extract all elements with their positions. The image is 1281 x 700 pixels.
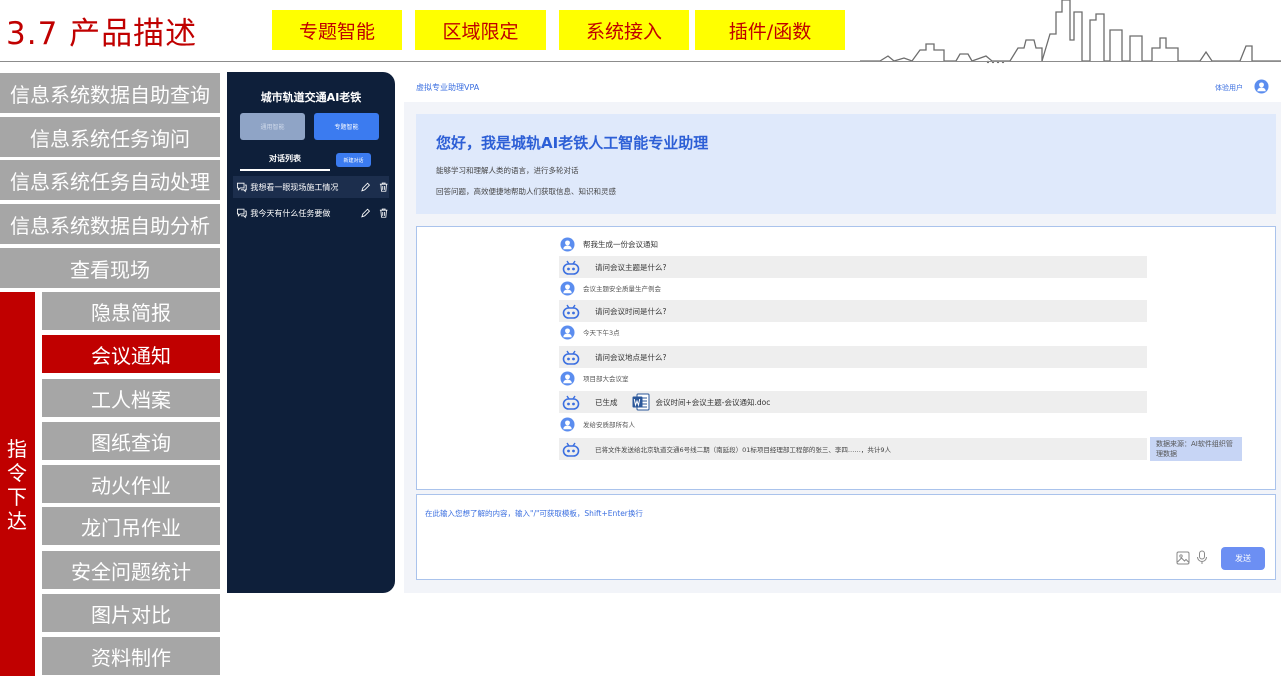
user-avatar-icon: [560, 236, 575, 252]
city-skyline-illustration: [860, 0, 1281, 64]
bot-message-text: 请问会议主题是什么?: [595, 262, 667, 272]
bot-message-text: 请问会议地点是什么?: [595, 352, 667, 362]
app-main: 虚拟专业助理VPA 体验用户 您好，我是城轨AI老铁人工智能专业助理 能够学习和…: [404, 72, 1281, 593]
app-sidebar-title: 城市轨道交通AI老铁: [260, 91, 362, 104]
user-message-text: 会议主题安全质量生产例会: [583, 285, 661, 293]
menu-task-auto-process[interactable]: 信息系统任务自动处理: [0, 160, 220, 200]
menu-data-self-analysis[interactable]: 信息系统数据自助分析: [0, 204, 220, 244]
tag-topic-intelligence: 专题智能: [272, 10, 402, 50]
robot-icon: [562, 304, 580, 319]
delete-icon[interactable]: [378, 181, 389, 193]
sub-document-making[interactable]: 资料制作: [42, 637, 220, 675]
robot-icon: [562, 442, 580, 457]
word-document-icon[interactable]: [632, 393, 650, 411]
tag-region-limited: 区域限定: [415, 10, 546, 50]
user-message-text: 今天下午3点: [583, 329, 620, 337]
chat-panel: 帮我生成一份会议通知 请问会议主题是什么? 会议主题安全质量生产例会 请问会议时…: [416, 226, 1276, 490]
menu-data-self-query[interactable]: 信息系统数据自助查询: [0, 73, 220, 113]
welcome-banner: 您好，我是城轨AI老铁人工智能专业助理 能够学习和理解人类的语言，进行多轮对话 …: [416, 114, 1276, 214]
sub-safety-statistics[interactable]: 安全问题统计: [42, 551, 220, 589]
bot-message: 已将文件发送给北京轨道交通6号线二期（南延段）01标项目经理部工程部的张三、李四…: [559, 438, 1147, 460]
send-button[interactable]: 发送: [1221, 547, 1265, 570]
conversation-title: 我今天有什么任务要做: [250, 208, 331, 218]
welcome-title: 您好，我是城轨AI老铁人工智能专业助理: [436, 134, 709, 152]
bot-message-text: 请问会议时间是什么?: [595, 306, 667, 316]
bot-message-text: 已将文件发送给北京轨道交通6号线二期（南延段）01标项目经理部工程部的张三、李四…: [595, 446, 892, 454]
robot-icon: [562, 350, 580, 365]
microphone-icon[interactable]: [1196, 550, 1208, 565]
new-chat-button[interactable]: 新建对话: [336, 153, 371, 167]
menu-view-site[interactable]: 查看现场: [0, 248, 220, 288]
robot-icon: [562, 395, 580, 410]
bot-message: 请问会议时间是什么?: [559, 300, 1147, 322]
user-avatar-icon: [560, 324, 575, 340]
user-message-text: 帮我生成一份会议通知: [583, 239, 658, 249]
welcome-line-2: 回答问题，高效便捷地帮助人们获取信息、知识和灵感: [436, 187, 616, 196]
delete-icon[interactable]: [378, 207, 389, 219]
user-label[interactable]: 体验用户: [1215, 83, 1243, 93]
user-message: 发给安质部所有人: [560, 416, 635, 432]
sub-worker-archive[interactable]: 工人档案: [42, 379, 220, 417]
data-source-badge: 数据来源：AI软件组织管理数据: [1150, 437, 1242, 461]
tag-plugin-function: 插件/函数: [695, 10, 845, 50]
user-message-text: 项目部大会议室: [583, 375, 629, 383]
user-message-text: 发给安质部所有人: [583, 421, 635, 429]
user-avatar-icon: [560, 370, 575, 386]
user-avatar-icon: [560, 280, 575, 296]
chat-bubble-icon: [236, 182, 247, 193]
sub-image-compare[interactable]: 图片对比: [42, 594, 220, 632]
generated-file-name[interactable]: 会议时间+会议主题-会议通知.doc: [656, 397, 771, 408]
conversation-item[interactable]: 我今天有什么任务要做: [233, 202, 389, 224]
tag-system-access: 系统接入: [559, 10, 689, 50]
bot-message: 请问会议主题是什么?: [559, 256, 1147, 278]
sub-gantry-crane[interactable]: 龙门吊作业: [42, 507, 220, 545]
user-avatar-icon: [560, 416, 575, 432]
image-upload-icon[interactable]: [1176, 551, 1190, 565]
app-topbar: 虚拟专业助理VPA 体验用户: [404, 72, 1281, 102]
user-message: 帮我生成一份会议通知: [560, 236, 658, 252]
bot-message-text: 已生成: [595, 397, 618, 407]
sub-hazard-brief[interactable]: 隐患简报: [42, 292, 220, 330]
app-name: 虚拟专业助理VPA: [416, 83, 480, 92]
chat-bubble-icon: [236, 208, 247, 219]
welcome-line-1: 能够学习和理解人类的语言，进行多轮对话: [436, 166, 579, 175]
sub-drawing-query[interactable]: 图纸查询: [42, 422, 220, 460]
conversation-title: 我想看一眼现场施工情况: [250, 182, 339, 192]
slide-title: 3.7 产品描述: [6, 16, 198, 52]
header-divider: [0, 61, 1281, 62]
user-message: 会议主题安全质量生产例会: [560, 280, 661, 296]
general-intelligence-button[interactable]: 通用智能: [240, 113, 305, 140]
conversation-item[interactable]: 我想看一眼现场施工情况: [233, 176, 389, 198]
bot-message: 已生成 会议时间+会议主题-会议通知.doc: [559, 391, 1147, 413]
robot-icon: [562, 260, 580, 275]
user-message: 项目部大会议室: [560, 370, 629, 386]
edit-icon[interactable]: [360, 207, 371, 219]
tab-conversation-list[interactable]: 对话列表: [240, 153, 330, 164]
sub-meeting-notice[interactable]: 会议通知: [42, 335, 220, 373]
edit-icon[interactable]: [360, 181, 371, 193]
bot-message: 请问会议地点是什么?: [559, 346, 1147, 368]
topic-intelligence-button[interactable]: 专题智能: [314, 113, 379, 140]
sub-hot-work[interactable]: 动火作业: [42, 465, 220, 503]
user-avatar-icon[interactable]: [1254, 79, 1269, 94]
menu-task-inquiry[interactable]: 信息系统任务询问: [0, 117, 220, 157]
message-input[interactable]: [425, 503, 1125, 523]
app-sidebar: 城市轨道交通AI老铁 通用智能 专题智能 对话列表 新建对话 我想看一眼现场施工…: [227, 72, 395, 593]
input-panel: 发送: [416, 494, 1276, 580]
command-section-label: 指令下达: [7, 437, 27, 533]
tab-active-underline: [240, 169, 330, 171]
user-message: 今天下午3点: [560, 324, 620, 340]
